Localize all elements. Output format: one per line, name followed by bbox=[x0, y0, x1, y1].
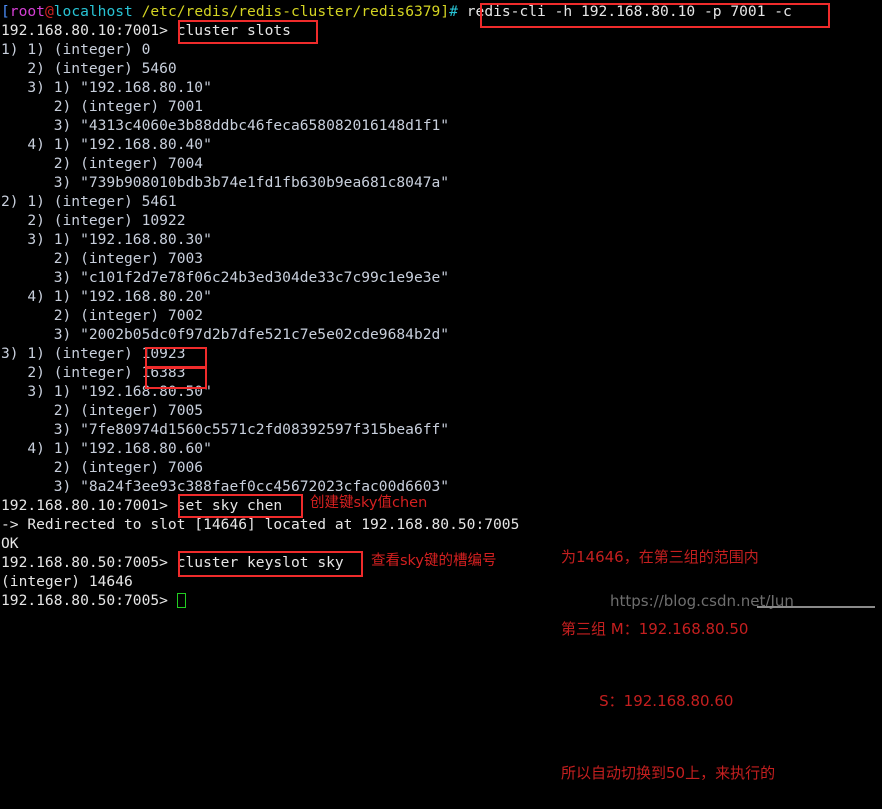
redis-prompt-2: 192.168.80.10:7001> bbox=[1, 497, 177, 514]
output-line: 2) (integer) 7005 bbox=[1, 402, 204, 419]
output-line: 3) 1) "192.168.80.30" bbox=[1, 231, 212, 248]
output-line: 1) 1) (integer) 0 bbox=[1, 41, 151, 58]
redis-prompt-4: 192.168.80.50:7005> bbox=[1, 592, 177, 609]
cluster-slots-output: 1) 1) (integer) 0 2) (integer) 5460 3) 1… bbox=[1, 40, 882, 496]
prompt-hostname: localhost bbox=[53, 3, 133, 20]
output-line: 3) "739b908010bdb3b74e1fd1fb630b9ea681c8… bbox=[1, 174, 450, 191]
output-line: 2) (integer) 5460 bbox=[1, 60, 177, 77]
output-line: 4) 1) "192.168.80.20" bbox=[1, 288, 212, 305]
prompt-at-symbol: @ bbox=[44, 3, 54, 20]
output-line: 3) "7fe80974d1560c5571c2fd08392597f315be… bbox=[1, 421, 450, 438]
annotation-explanation-block: 为14646，在第三组的范围内 第三组 M：192.168.80.50 S：19… bbox=[561, 497, 775, 809]
output-line: 3) "c101f2d7e78f06c24b3ed304de33c7c99c1e… bbox=[1, 269, 450, 286]
output-line: 4) 1) "192.168.80.60" bbox=[1, 440, 212, 457]
output-line: 2) (integer) 7006 bbox=[1, 459, 204, 476]
cluster-keyslot-command[interactable]: cluster keyslot sky bbox=[177, 554, 344, 571]
annotation-explanation-line-1: 为14646，在第三组的范围内 bbox=[561, 548, 759, 566]
prompt-bracket-open: [ bbox=[1, 3, 10, 20]
watermark-underline bbox=[757, 606, 875, 608]
prompt-working-directory: /etc/redis/redis-cluster/redis6379 bbox=[132, 3, 441, 20]
annotation-keyslot-note: 查看sky键的槽编号 bbox=[371, 553, 497, 569]
output-line: 4) 1) "192.168.80.40" bbox=[1, 136, 212, 153]
output-line: 3) "2002b05dc0f97d2b7dfe521c7e5e02cde968… bbox=[1, 326, 450, 343]
output-line: 3) "8a24f3ee93c388faef0cc45672023cfac00d… bbox=[1, 478, 450, 495]
output-line: 3) 1) "192.168.80.50" bbox=[1, 383, 212, 400]
output-line: 2) (integer) 16383 bbox=[1, 364, 186, 381]
redis-cli-command-text: redis-cli -h 192.168.80.10 -p 7001 -c bbox=[466, 3, 792, 20]
output-line: 3) "4313c4060e3b88ddbc46feca658082016148… bbox=[1, 117, 450, 134]
output-line: 2) (integer) 7004 bbox=[1, 155, 204, 172]
prompt-user: root bbox=[9, 3, 45, 20]
output-line: 2) (integer) 7001 bbox=[1, 98, 204, 115]
redis-cli-command[interactable]: redis-cli -h 192.168.80.10 -p 7001 -c bbox=[458, 3, 792, 20]
annotation-explanation-line-2: 第三组 M：192.168.80.50 bbox=[561, 620, 749, 638]
annotation-explanation-line-3: S：192.168.80.60 bbox=[561, 692, 734, 710]
annotation-explanation-line-4: 所以自动切换到50上，来执行的 bbox=[561, 764, 776, 782]
redis-prompt-line-1: 192.168.80.10:7001> cluster slots bbox=[1, 21, 882, 40]
redis-prompt-1: 192.168.80.10:7001> bbox=[1, 22, 177, 39]
set-sky-chen-command[interactable]: set sky chen bbox=[177, 497, 282, 514]
annotation-set-sky-note: 创建键sky值chen bbox=[310, 495, 428, 511]
output-line: 3) 1) (integer) 10923 bbox=[1, 345, 186, 362]
output-line: 2) (integer) 10922 bbox=[1, 212, 186, 229]
shell-prompt-line: [root@localhost /etc/redis/redis-cluster… bbox=[1, 2, 882, 21]
output-line: 2) 1) (integer) 5461 bbox=[1, 193, 177, 210]
prompt-hash-symbol: # bbox=[449, 3, 458, 20]
output-line: 2) (integer) 7002 bbox=[1, 307, 204, 324]
output-line: 3) 1) "192.168.80.10" bbox=[1, 79, 212, 96]
redis-prompt-3: 192.168.80.50:7005> bbox=[1, 554, 177, 571]
prompt-bracket-close: ] bbox=[440, 3, 450, 20]
output-line: 2) (integer) 7003 bbox=[1, 250, 204, 267]
cluster-slots-command[interactable]: cluster slots bbox=[177, 22, 291, 39]
text-cursor[interactable] bbox=[176, 593, 186, 608]
